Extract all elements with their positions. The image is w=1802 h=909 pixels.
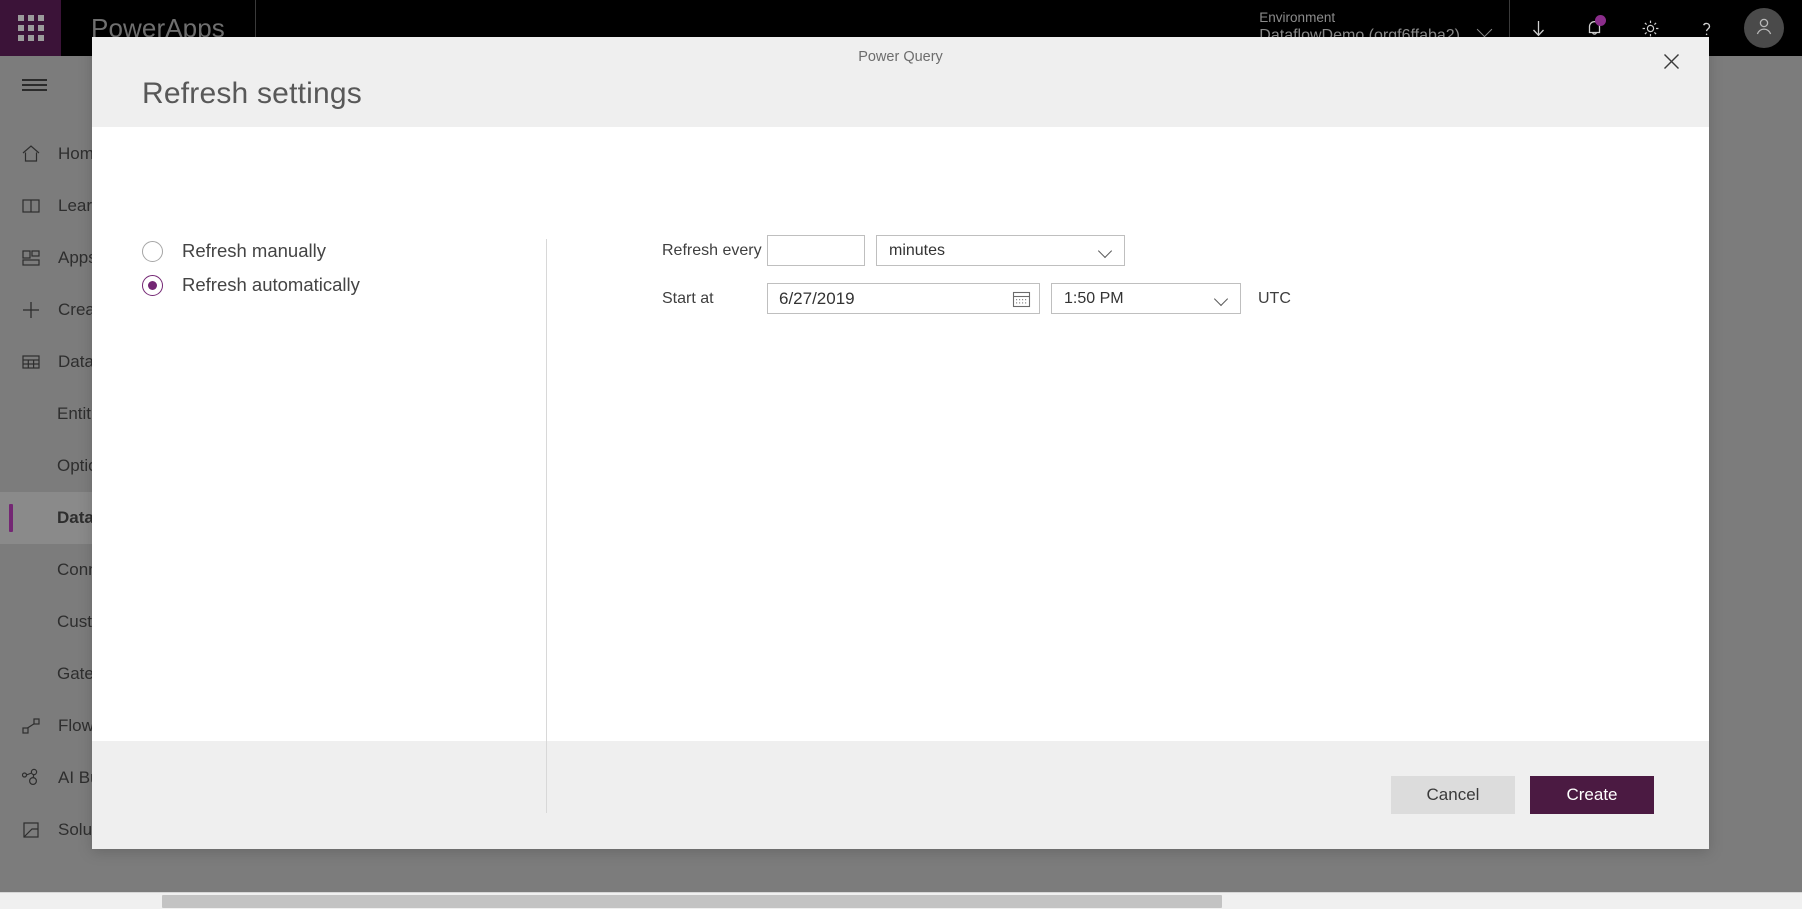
horizontal-scrollbar[interactable]	[0, 892, 1802, 909]
refresh-mode-radio-group: Refresh manually Refresh automatically	[142, 234, 522, 302]
radio-icon-unselected	[142, 240, 163, 262]
plus-icon	[20, 299, 58, 321]
gear-icon	[1640, 18, 1661, 39]
refresh-every-label: Refresh every	[662, 241, 762, 259]
sidebar-item-label: Data	[58, 352, 94, 371]
home-icon	[20, 143, 58, 165]
user-avatar-icon	[1752, 14, 1776, 43]
refresh-every-row: Refresh every minutes	[662, 235, 1291, 266]
dialog-app-title: Power Query	[858, 49, 943, 65]
refresh-every-input[interactable]	[767, 235, 865, 266]
notification-badge	[1595, 15, 1606, 26]
refresh-units-dropdown[interactable]: minutes	[876, 235, 1125, 266]
ai-builder-icon	[20, 767, 58, 789]
refresh-settings-dialog: Power Query Refresh settings Refresh man…	[92, 37, 1709, 849]
close-icon	[1662, 52, 1681, 76]
dialog-body: Refresh manually Refresh automatically R…	[92, 127, 1709, 813]
user-avatar-button[interactable]	[1744, 8, 1784, 48]
vertical-divider	[546, 239, 547, 813]
close-button[interactable]	[1649, 43, 1693, 85]
download-icon	[1528, 18, 1549, 39]
chevron-down-icon	[1215, 294, 1228, 304]
solutions-icon	[20, 819, 58, 841]
chevron-down-icon	[1099, 246, 1112, 256]
waffle-icon	[17, 15, 44, 41]
flow-icon	[20, 715, 58, 737]
radio-icon-selected	[142, 274, 163, 296]
book-icon	[20, 195, 58, 217]
table-icon	[20, 351, 58, 373]
scroll-right-button[interactable]	[1785, 893, 1802, 909]
start-time-value: 1:50 PM	[1064, 289, 1124, 307]
chevron-down-icon	[1478, 24, 1493, 33]
refresh-units-value: minutes	[889, 241, 946, 259]
app-launcher-button[interactable]	[0, 0, 61, 56]
radio-label: Refresh automatically	[182, 274, 360, 295]
radio-refresh-manually[interactable]: Refresh manually	[142, 234, 522, 268]
timezone-label: UTC	[1258, 289, 1291, 307]
create-button[interactable]: Create	[1530, 776, 1654, 814]
radio-refresh-automatically[interactable]: Refresh automatically	[142, 268, 522, 302]
start-time-dropdown[interactable]: 1:50 PM	[1051, 283, 1241, 314]
calendar-icon[interactable]	[1012, 290, 1031, 308]
dialog-header: Power Query Refresh settings	[92, 37, 1709, 127]
apps-grid-icon	[20, 247, 58, 269]
cancel-button[interactable]: Cancel	[1391, 776, 1515, 814]
page-title: Refresh settings	[142, 77, 362, 110]
environment-label: Environment	[1259, 10, 1336, 26]
refresh-schedule-form: Refresh every minutes Start at 6/27/2019	[662, 235, 1291, 331]
question-mark-icon	[1696, 18, 1717, 39]
app-root: Home Learn Apps Create Data Entities Opt…	[0, 0, 1802, 909]
scroll-left-button[interactable]	[0, 893, 17, 909]
start-date-field[interactable]: 6/27/2019	[767, 283, 1040, 314]
start-date-value: 6/27/2019	[779, 288, 855, 308]
start-at-label: Start at	[662, 289, 714, 307]
hamburger-icon	[22, 79, 47, 91]
dialog-footer: Cancel Create	[92, 741, 1709, 849]
radio-label: Refresh manually	[182, 240, 326, 261]
scrollbar-thumb[interactable]	[162, 895, 1222, 908]
start-at-row: Start at 6/27/2019 1:50 PM UTC	[662, 283, 1291, 314]
sidebar-item-label: Apps	[58, 248, 97, 267]
